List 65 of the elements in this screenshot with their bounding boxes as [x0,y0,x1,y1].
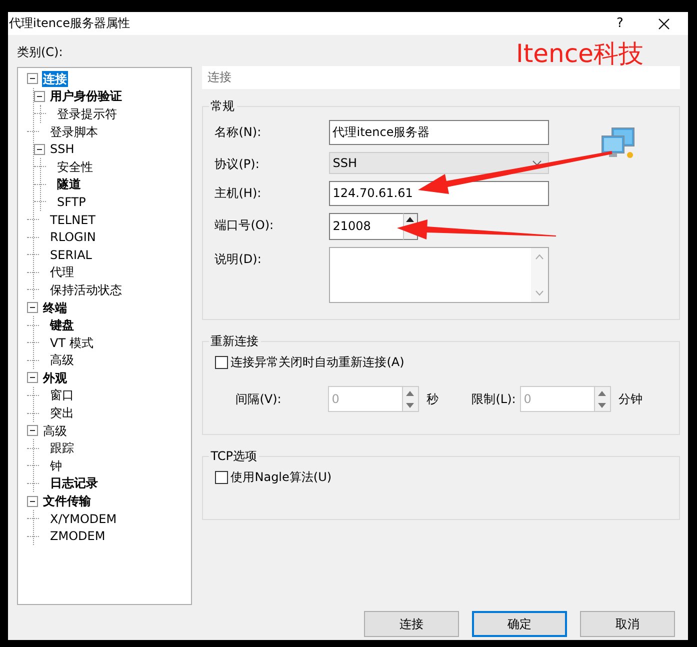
group-title: TCP选项 [210,448,258,465]
collapse-icon[interactable] [27,73,38,84]
tree-item[interactable]: 窗口 [49,387,75,404]
text-field[interactable]: 代理itence服务器 [328,120,549,145]
help-button[interactable]: ? [598,12,642,35]
tree-item[interactable]: 保持活动状态 [49,282,123,298]
tree-item[interactable]: 钟 [49,458,63,474]
dialog-button[interactable]: 确定 [472,611,567,637]
tree-item[interactable]: 跟踪 [49,440,75,456]
tree-item[interactable]: RLOGIN [49,229,97,246]
description-field[interactable] [328,247,549,303]
field-label: 说明(D): [214,251,262,268]
tree-item[interactable]: VT 模式 [49,334,94,351]
tree-item[interactable]: 文件传输 [42,493,92,510]
collapse-icon[interactable] [27,425,38,436]
tree-item[interactable]: TELNET [49,212,96,228]
unit-label: 分钟 [618,390,644,408]
collapse-icon[interactable] [34,90,45,102]
tree-item[interactable]: 突出 [49,405,75,422]
checkbox[interactable] [214,471,228,484]
tree-item[interactable]: 登录提示符 [56,106,118,122]
protocol-dropdown[interactable]: SSH [328,152,549,174]
tree-item[interactable]: ZMODEM [49,528,106,544]
field-label: 间隔(V): [236,390,282,408]
tree-item[interactable]: 终端 [42,300,68,316]
field-label: 协议(P): [214,156,260,173]
checkbox-label: 使用Nagle算法(U) [230,469,332,486]
collapse-icon[interactable] [34,144,45,155]
tree-item[interactable]: 连接 [42,70,68,87]
collapse-icon[interactable] [27,302,38,314]
group-title: 常规 [210,98,236,115]
tree-item[interactable]: SSH [49,141,76,158]
tree-item[interactable]: 外观 [42,370,68,386]
checkbox-label: 连接异常关闭时自动重新连接(A) [230,354,404,371]
chevron-down-icon [532,160,542,166]
tree-item[interactable]: SERIAL [49,246,93,263]
field-label: 端口号(O): [214,217,275,234]
group-title: 重新连接 [210,333,260,350]
tree-item[interactable]: 键盘 [49,317,75,334]
tree-item[interactable]: 安全性 [56,158,94,175]
close-icon [658,18,670,30]
tree-item[interactable]: X/YMODEM [49,510,118,527]
collapse-icon[interactable] [27,372,38,384]
field-label: 限制(L): [472,390,517,408]
dialog-button[interactable]: 连接 [364,611,459,637]
checkbox[interactable] [214,356,228,369]
page-header: 连接 [202,66,680,89]
category-label: 类别(C): [17,44,64,61]
tree-item[interactable]: 日志记录 [49,475,99,492]
collapse-icon[interactable] [27,496,38,507]
dialog-button[interactable]: 取消 [580,611,675,637]
tree-item[interactable]: SFTP [56,194,87,210]
tree-item[interactable]: 代理 [49,264,75,280]
tree-item[interactable]: 登录脚本 [49,124,99,140]
tree-item[interactable]: 高级 [49,352,75,368]
field-label: 主机(H): [214,185,262,202]
scroll-bar[interactable] [530,248,548,302]
tree-item[interactable]: 用户身份验证 [49,88,123,104]
text-field[interactable]: 124.70.61.61 [328,181,549,206]
field-label: 名称(N): [214,124,262,141]
unit-label: 秒 [426,390,440,408]
tree-item[interactable]: 高级 [42,422,68,439]
network-computers-icon [600,126,636,160]
window-title: 代理itence服务器属性 [9,15,132,32]
tree-item[interactable]: 隧道 [56,176,82,192]
